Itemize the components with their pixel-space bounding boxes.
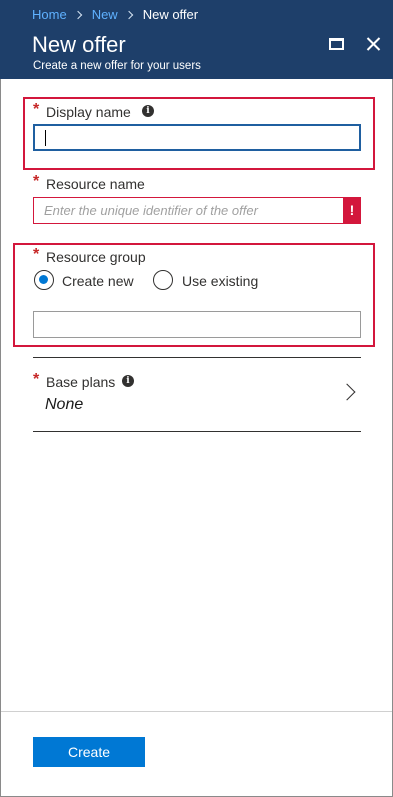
breadcrumb-home-link[interactable]: Home	[32, 7, 67, 22]
create-button[interactable]: Create	[33, 737, 145, 767]
page-subtitle: Create a new offer for your users	[33, 60, 201, 72]
display-name-input[interactable]	[33, 124, 361, 151]
breadcrumb-current: New offer	[142, 7, 199, 22]
use-existing-radio[interactable]	[153, 270, 173, 290]
footer-divider	[1, 711, 392, 712]
blade-header: Home New New offer New offer Create a ne…	[0, 0, 393, 79]
base-plans-label: Base plans	[46, 374, 116, 390]
required-marker: *	[33, 246, 40, 263]
error-icon: !	[343, 197, 361, 224]
base-plans-value: None	[45, 396, 84, 413]
resource-name-input[interactable]	[33, 197, 343, 224]
breadcrumb-new-link[interactable]: New	[92, 7, 118, 22]
divider	[33, 431, 361, 432]
use-existing-label[interactable]: Use existing	[182, 273, 258, 289]
info-icon[interactable]: i	[122, 375, 134, 387]
resource-name-label: Resource name	[46, 176, 145, 192]
display-name-label: Display name	[46, 104, 131, 120]
maximize-button[interactable]	[327, 34, 347, 54]
resource-group-input[interactable]	[33, 311, 361, 338]
page-title: New offer	[32, 32, 126, 57]
required-marker: *	[33, 371, 40, 388]
required-marker: *	[33, 173, 40, 190]
required-marker: *	[33, 101, 40, 118]
info-icon[interactable]: i	[142, 105, 154, 117]
resource-group-label: Resource group	[46, 249, 146, 265]
close-button[interactable]	[364, 34, 384, 54]
maximize-icon	[329, 38, 344, 50]
breadcrumb: Home New New offer	[32, 7, 198, 22]
chevron-right-icon	[75, 11, 83, 19]
create-new-label[interactable]: Create new	[62, 273, 134, 289]
chevron-right-icon	[126, 11, 134, 19]
create-new-radio[interactable]	[34, 270, 54, 290]
text-caret	[45, 130, 46, 146]
base-plans-selector[interactable]	[33, 358, 361, 431]
